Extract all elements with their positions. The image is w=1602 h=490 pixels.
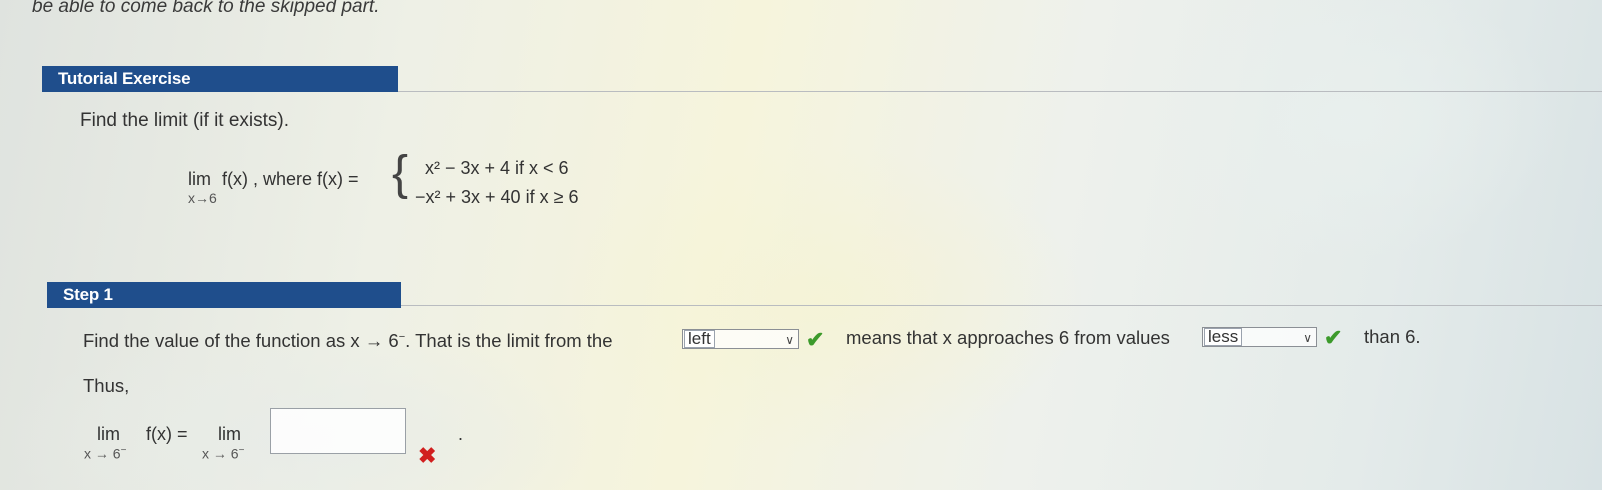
answer-input[interactable] [270,408,406,454]
minus-superscript: − [120,445,127,456]
direction-dropdown-value: left [684,330,715,348]
piecewise-brace: { [392,147,409,200]
piecewise-case-2: −x² + 3x + 40 if x ≥ 6 [415,187,579,207]
lim-left-expression: f(x) = [146,424,188,444]
step-1-sentence: Find the value of the function as x → 6−… [83,330,613,352]
limit-statement: lim [188,169,211,190]
check-icon: ✔ [1324,325,1343,350]
answer-period: . [458,424,464,444]
chevron-down-icon: ∨ [1303,331,1312,345]
lim-left-subscript-text: x → 6 [84,445,121,462]
minus-superscript: − [238,445,245,456]
lim-right-subscript-text: x → 6 [202,445,239,462]
direction-dropdown[interactable]: left ∨ [682,329,799,349]
thus-label: Thus, [83,375,130,396]
skip-instruction-text: be able to come back to the skipped part… [32,0,380,17]
step-text-b: . That is the limit from the [405,330,613,351]
chevron-down-icon: ∨ [785,333,794,347]
step-text-c: means that x approaches 6 from values [846,327,1170,348]
lim-right-subscript: x → 6− [202,445,244,462]
tutorial-exercise-title: Tutorial Exercise [58,69,191,88]
lim-subscript: x→6 [188,190,217,206]
check-icon: ✔ [806,327,825,352]
step-text-a: Find the value of the function as x → 6 [83,330,399,351]
lim-left-word: lim [97,424,120,444]
step-1-title: Step 1 [63,285,113,304]
lim-left-subscript: x → 6− [84,445,126,462]
step-1-header: Step 1 [47,282,401,308]
tutorial-divider [398,91,1602,92]
cross-icon: ✖ [418,443,437,468]
step-1-divider [401,305,1602,306]
exercise-prompt: Find the limit (if it exists). [80,110,290,131]
step-text-d: than 6. [1364,326,1421,347]
comparison-dropdown[interactable]: less ∨ [1202,327,1317,347]
tutorial-exercise-header: Tutorial Exercise [42,66,398,92]
lim-word: lim [188,169,211,189]
comparison-dropdown-value: less [1204,328,1243,346]
piecewise-case-1: x² − 3x + 4 if x < 6 [425,158,569,178]
lim-right-word: lim [218,424,241,444]
function-definition-label: f(x) , where f(x) = [222,169,359,189]
